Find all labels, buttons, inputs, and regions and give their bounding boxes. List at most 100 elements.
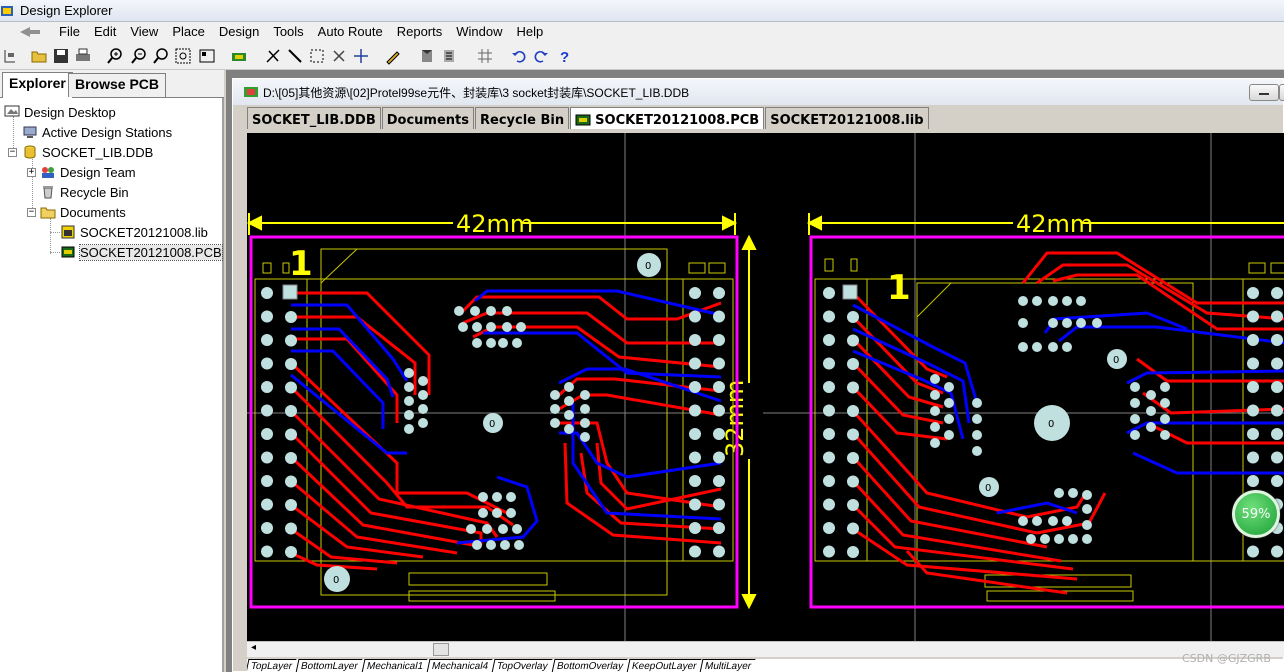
pcb-pad [285,428,297,441]
scroll-left-arrow-icon[interactable]: ◂ [251,642,256,653]
pcb-pad [1247,475,1259,487]
tree-label: SOCKET20121008.PCB [79,243,223,261]
zoom-area-icon[interactable] [152,47,170,65]
line-icon[interactable] [286,47,304,65]
layer-tab-keepout[interactable]: KeepOutLayer [626,659,701,672]
menu-reports[interactable]: Reports [390,23,450,41]
move-icon[interactable] [330,47,348,65]
pcb-pad [261,451,273,464]
menu-window[interactable]: Window [449,23,509,41]
tree-item-lib-file[interactable]: SOCKET20121008.lib [60,222,208,242]
menu-auto-route[interactable]: Auto Route [311,23,390,41]
grid-icon[interactable] [476,47,494,65]
tab-socket-pcb[interactable]: SOCKET20121008.PCB [570,107,765,129]
pcb-pad [472,540,482,550]
zoom-out-icon[interactable] [130,47,148,65]
cross-icon[interactable] [352,47,370,65]
undo-icon[interactable] [510,47,528,65]
layer-tab-multilayer[interactable]: MultiLayer [699,659,757,672]
layer-tab-mechanical4[interactable]: Mechanical4 [426,659,493,672]
project-icon[interactable] [2,47,20,65]
pencil-icon[interactable] [384,47,402,65]
menu-place[interactable]: Place [165,23,212,41]
tab-label: Recycle Bin [480,112,565,128]
save-icon[interactable] [52,47,70,65]
layer-tab-top-overlay[interactable]: TopOverlay [491,659,553,672]
library-icon[interactable] [198,47,216,65]
tab-socket-lib-ddb[interactable]: SOCKET_LIB.DDB [247,107,381,129]
pcb-pad [486,322,496,332]
pcb-canvas[interactable]: 42mm 32mm 1 0 0 0 42mm 1 0 0 0 [247,133,1284,641]
select-rect-icon[interactable] [308,47,326,65]
tab-browse-pcb[interactable]: Browse PCB [68,73,167,97]
tree-item-socket-lib-ddb[interactable]: SOCKET_LIB.DDB [22,142,153,162]
open-icon[interactable] [30,47,48,65]
pcb-pad [823,357,835,370]
expand-toggle[interactable]: + [27,168,36,177]
component-lib-icon[interactable] [230,47,248,65]
pcb-pad [689,334,701,346]
tree-item-pcb-file[interactable]: SOCKET20121008.PCB [60,242,223,262]
pcb-pad [550,390,560,400]
layer-tab-mechanical1[interactable]: Mechanical1 [361,659,428,672]
print-icon[interactable] [74,47,92,65]
pcb-pad [847,452,859,464]
layer-tab-top[interactable]: TopLayer [247,659,297,672]
menu-tools[interactable]: Tools [266,23,310,41]
maximize-button[interactable] [1279,84,1284,101]
minimize-icon [1259,93,1269,95]
pcb-pad [1247,357,1259,370]
cut-icon[interactable] [264,47,282,65]
pcb-pad [1130,414,1140,424]
collapse-toggle[interactable]: − [8,148,17,157]
pcb-pad [285,334,297,347]
dimension-label-height: 32mm [721,380,749,457]
menu-help[interactable]: Help [510,23,551,41]
scroll-thumb[interactable] [433,643,449,656]
component-icon[interactable] [418,47,436,65]
pcb-pad [847,311,859,323]
pcb-pad [1076,296,1086,306]
pcb-pad [1146,406,1156,416]
pcb-pad [500,540,510,550]
redo-icon[interactable] [532,47,550,65]
tree-item-design-team[interactable]: Design Team [40,162,136,182]
tab-documents[interactable]: Documents [381,107,475,129]
pcb-pad [550,404,560,414]
pcb-pad [580,432,590,442]
pcb-pad [847,334,859,347]
progress-badge[interactable]: 59% [1232,490,1280,538]
collapse-toggle[interactable]: − [27,208,36,217]
title-bar: Design Explorer [0,0,1284,22]
horizontal-scrollbar[interactable]: ◂ [247,641,1284,657]
tree-item-documents[interactable]: Documents [40,202,126,222]
tab-socket-lib[interactable]: SOCKET20121008.lib [765,107,929,129]
app-icon [1,5,13,16]
pcb-pad [506,492,516,502]
tree-item-recycle-bin[interactable]: Recycle Bin [40,182,129,202]
pcb-pad [1130,398,1140,408]
layer-tab-bottom-overlay[interactable]: BottomOverlay [551,659,628,672]
minimize-button[interactable] [1249,84,1279,101]
tree-item-design-desktop[interactable]: Design Desktop [4,102,116,122]
component2-icon[interactable] [440,47,458,65]
pcb-pad [1076,318,1086,328]
pcb-drawing[interactable]: 42mm 32mm 1 0 0 0 42mm 1 0 0 0 [247,133,1284,641]
back-arrow-icon[interactable] [16,24,44,40]
help-icon[interactable]: ? [556,47,574,65]
pcb-pad [261,475,273,487]
layer-tab-bottom[interactable]: BottomLayer [295,659,363,672]
tab-recycle-bin[interactable]: Recycle Bin [475,107,570,129]
pcb-pad [930,374,940,384]
tree-item-active-stations[interactable]: Active Design Stations [22,122,172,142]
right-board: 42mm 1 0 0 0 [806,210,1284,609]
menu-design[interactable]: Design [212,23,266,41]
zoom-fit-icon[interactable] [174,47,192,65]
menu-view[interactable]: View [123,23,165,41]
menu-file[interactable]: File [52,23,87,41]
zoom-in-icon[interactable] [106,47,124,65]
folder-icon [40,207,56,219]
menu-edit[interactable]: Edit [87,23,123,41]
tab-explorer[interactable]: Explorer [2,72,73,98]
pcb-pad [1018,516,1028,526]
